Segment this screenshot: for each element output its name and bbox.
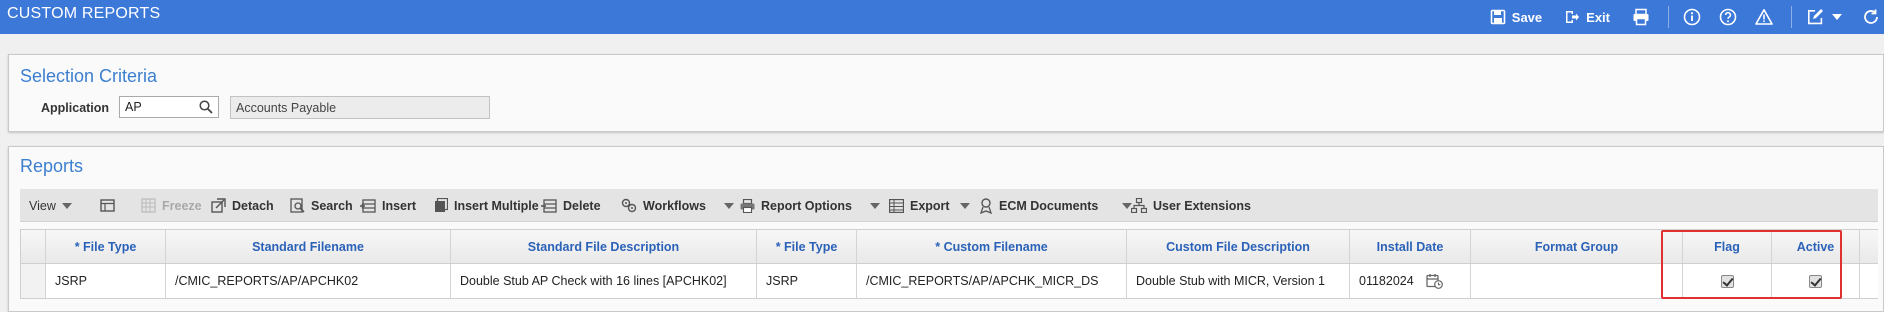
page-title: CUSTOM REPORTS [7,5,161,22]
detach-label: Detach [232,198,274,213]
standard-filename-cell[interactable]: /CMIC_REPORTS/AP/APCHK02 [166,264,451,298]
user-extensions-button[interactable]: User Extensions [1131,189,1251,222]
chevron-down-icon [959,202,970,209]
format-group-cell[interactable] [1471,264,1683,298]
exit-label: Exit [1586,9,1610,25]
selection-criteria-panel: Selection Criteria Application AP Accoun… [8,54,1884,132]
column-header[interactable]: Standard File Description [451,230,757,264]
view-menu[interactable]: View [29,189,72,222]
chevron-down-icon [61,202,72,209]
column-header[interactable]: Install Date [1350,230,1471,264]
insert-button[interactable]: Insert [360,189,416,222]
workflows-label: Workflows [643,198,706,213]
detach-icon [211,198,226,213]
flag-checkbox[interactable] [1720,274,1734,288]
workflows-icon [621,198,637,213]
column-header[interactable]: * File Type [46,230,166,264]
calendar-icon[interactable] [1426,273,1443,289]
custom-file-description-cell[interactable]: Double Stub with MICR, Version 1 [1127,264,1350,298]
column-header[interactable]: Format Group [1471,230,1683,264]
custom-filename-cell[interactable]: /CMIC_REPORTS/AP/APCHK_MICR_DS [857,264,1127,298]
report-options-menu[interactable]: Report Options [740,189,880,222]
install-date-value: 01182024 [1359,274,1414,288]
reports-title: Reports [20,156,84,176]
help-icon[interactable] [1719,8,1737,26]
freeze-button[interactable]: Freeze [141,189,202,222]
standard-file-description-cell[interactable]: Double Stub AP Check with 16 lines [APCH… [451,264,757,298]
export-menu[interactable]: Export [889,189,970,222]
flag-cell [1683,264,1772,298]
search-icon[interactable] [199,100,213,114]
insert-label: Insert [382,198,417,213]
save-label: Save [1511,9,1543,25]
insert-row-icon [360,198,376,213]
application-description: Accounts Payable [230,96,490,119]
row-selector[interactable] [21,264,46,298]
toolbar-divider [1668,6,1669,28]
workflows-menu[interactable]: Workflows [621,189,734,222]
column-header[interactable]: Standard Filename [166,230,451,264]
application-label: Application [41,101,110,115]
export-label: Export [910,198,950,213]
freeze-label: Freeze [162,198,202,213]
active-cell [1772,264,1860,298]
file-type-cell[interactable]: JSRP [46,264,166,298]
reports-grid: * File Type Standard Filename Standard F… [20,229,1878,299]
user-extensions-label: User Extensions [1153,198,1251,213]
grid-header-filler [1860,230,1878,264]
title-bar-actions: Save Exit [1490,0,1884,34]
row-selector-header [21,230,46,264]
edit-icon[interactable] [1806,8,1824,26]
toolbar-divider [1791,6,1792,28]
insert-multiple-icon [435,198,448,212]
save-button[interactable]: Save [1490,9,1542,25]
reports-toolbar: View Freeze Detach Search Insert Insert … [20,189,1878,222]
delete-label: Delete [563,198,601,213]
exit-icon [1566,11,1580,23]
report-options-label: Report Options [761,198,852,213]
edit-dropdown-icon[interactable] [1832,14,1842,20]
print-icon[interactable] [1632,8,1650,26]
delete-row-icon [541,198,557,213]
print-icon [740,198,755,213]
grid-row-filler [1860,264,1878,298]
search-label: Search [311,198,353,213]
column-header[interactable]: Active [1772,230,1860,264]
title-bar: CUSTOM REPORTS Save Exit [0,0,1884,34]
user-extensions-icon [1131,198,1147,213]
freeze-icon [141,198,156,213]
ecm-documents-label: ECM Documents [999,198,1099,213]
export-icon [889,198,904,213]
info-icon[interactable] [1683,8,1701,26]
column-settings-button[interactable] [100,189,116,222]
ecm-documents-menu[interactable]: ECM Documents [979,189,1133,222]
column-header[interactable]: Custom File Description [1127,230,1350,264]
detach-button[interactable]: Detach [211,189,274,222]
search-button[interactable]: Search [290,189,353,222]
selection-criteria-title: Selection Criteria [20,66,158,86]
insert-multiple-button[interactable]: Insert Multiple [434,189,539,222]
chevron-down-icon [869,202,880,209]
refresh-icon[interactable] [1862,8,1880,26]
columns-icon [100,198,115,212]
custom-file-type-cell[interactable]: JSRP [757,264,857,298]
install-date-cell[interactable]: 01182024 [1350,264,1471,298]
save-icon [1490,9,1506,25]
search-icon [290,198,305,213]
warning-icon[interactable] [1755,8,1773,26]
delete-button[interactable]: Delete [541,189,601,222]
column-header[interactable]: * File Type [757,230,857,264]
active-checkbox[interactable] [1809,274,1822,288]
reports-panel: Reports View Freeze Detach Search Insert… [8,146,1884,312]
view-label: View [29,198,56,213]
ecm-documents-icon [979,197,993,214]
column-header[interactable]: Flag [1683,230,1772,264]
exit-button[interactable]: Exit [1564,9,1610,25]
chevron-down-icon [723,202,734,209]
column-header[interactable]: * Custom Filename [857,230,1127,264]
insert-multiple-label: Insert Multiple [454,198,539,213]
